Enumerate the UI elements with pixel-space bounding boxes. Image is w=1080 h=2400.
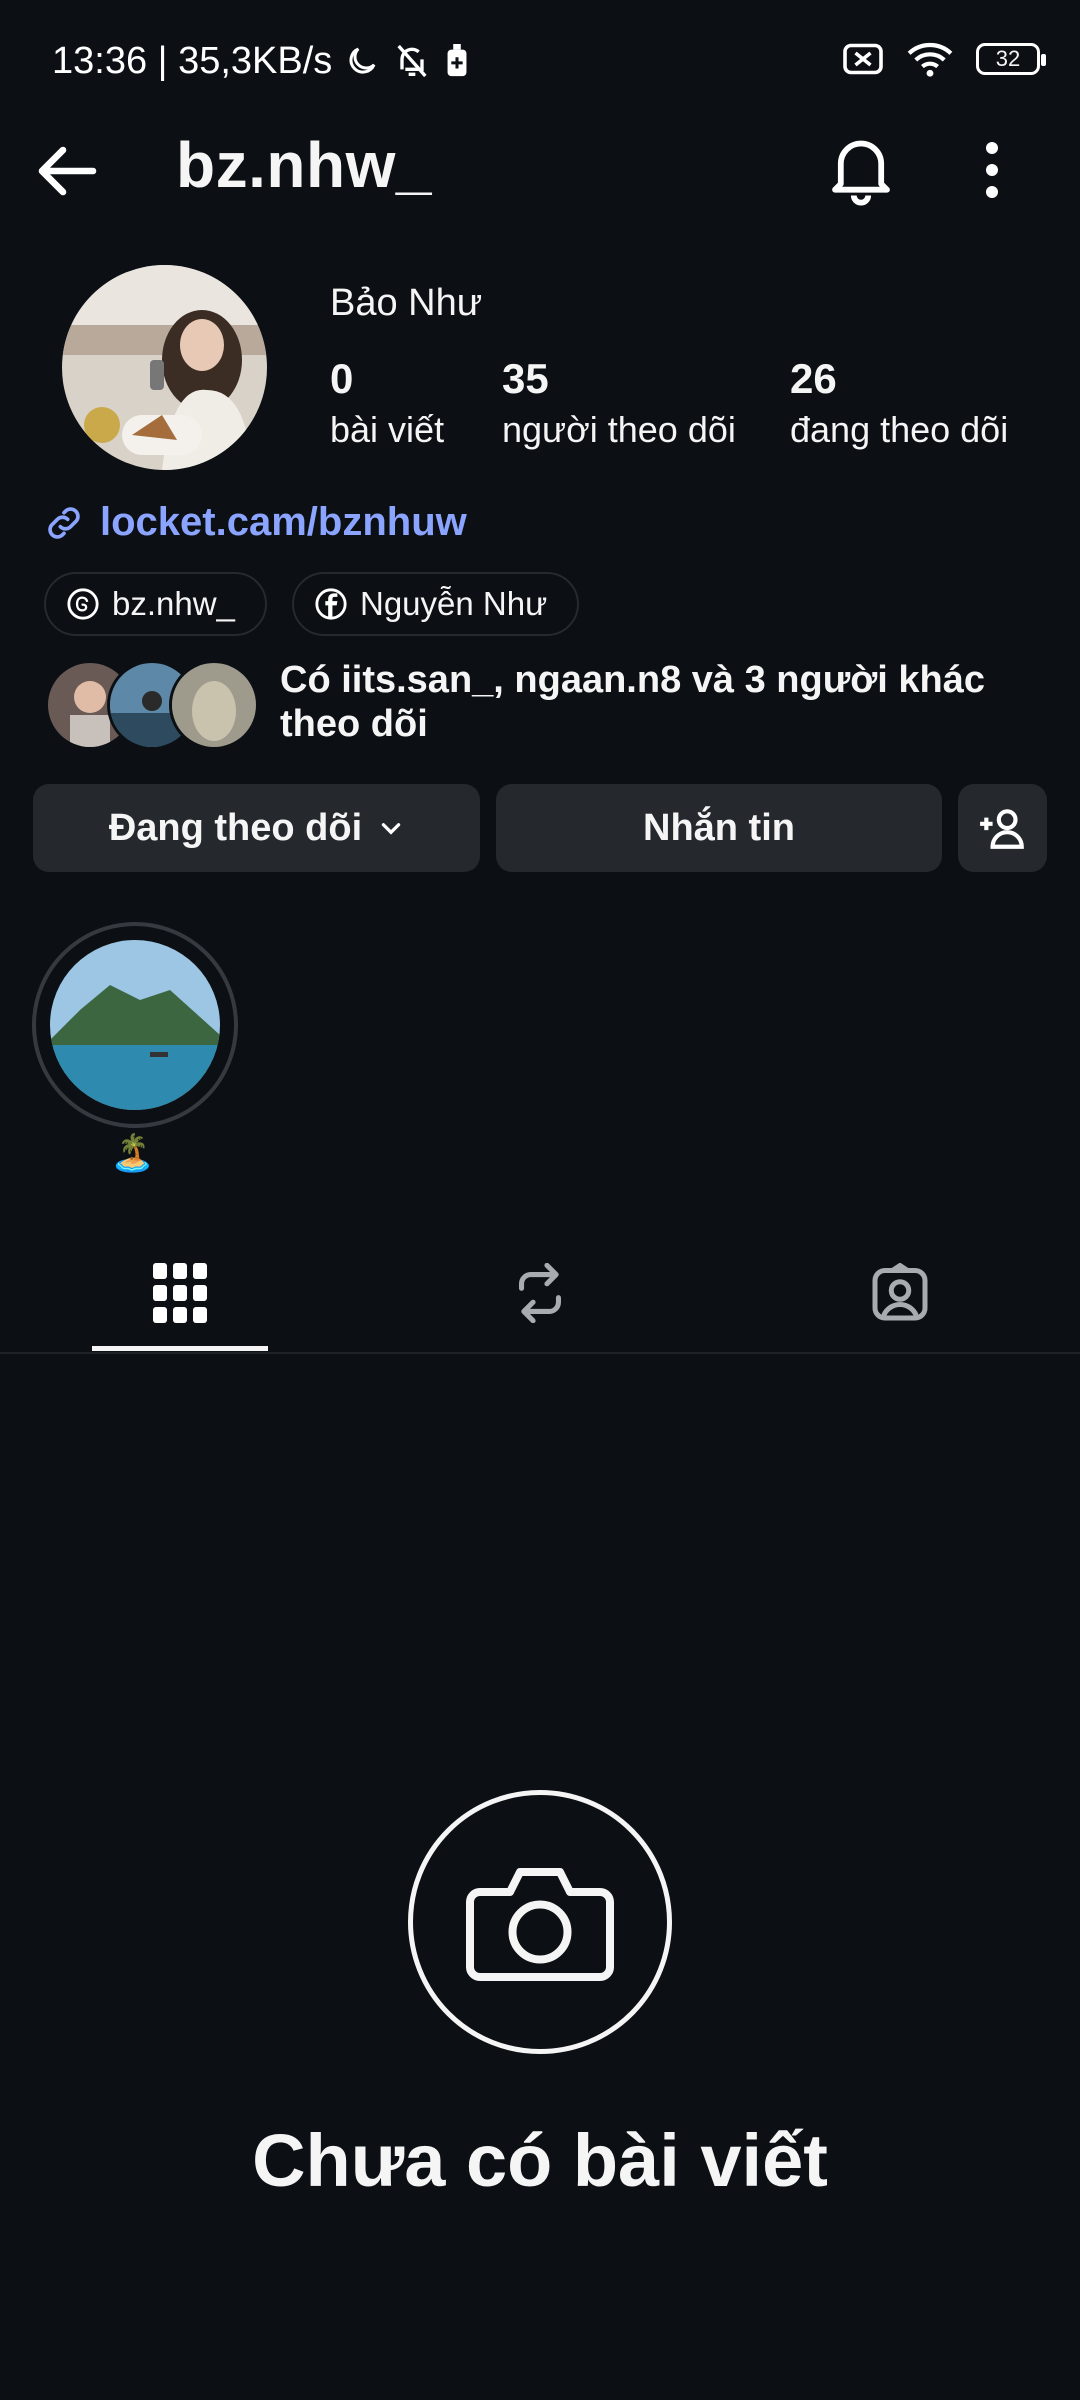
stat-followers[interactable]: 35 người theo dõi bbox=[502, 355, 736, 451]
chevron-down-icon bbox=[381, 823, 401, 835]
profile-link[interactable]: locket.cam/bznhuw bbox=[42, 500, 467, 545]
battery-icon: 32 bbox=[976, 43, 1046, 75]
notification-bell-icon[interactable] bbox=[826, 132, 896, 207]
suggest-user-button[interactable] bbox=[958, 784, 1047, 872]
display-name: Bảo Như bbox=[330, 282, 483, 324]
message-label: Nhắn tin bbox=[643, 806, 795, 849]
stat-following-label: đang theo dõi bbox=[790, 409, 1009, 450]
silent-bell-icon bbox=[397, 44, 427, 78]
active-tab-indicator bbox=[92, 1346, 268, 1351]
profile-username: bz.nhw_ bbox=[176, 129, 432, 201]
facebook-name: Nguyễn Như bbox=[360, 585, 548, 622]
story-highlight[interactable] bbox=[32, 922, 238, 1128]
no-sim-icon bbox=[843, 43, 883, 75]
stat-following[interactable]: 26 đang theo dõi bbox=[790, 355, 1008, 451]
stat-followers-label: người theo dõi bbox=[502, 409, 736, 450]
threads-handle: bz.nhw_ bbox=[112, 585, 235, 622]
camera-icon bbox=[466, 1868, 614, 1981]
threads-icon bbox=[67, 588, 99, 620]
highlight-cover-image bbox=[50, 940, 220, 1110]
stat-posts-label: bài viết bbox=[330, 409, 445, 450]
link-icon bbox=[48, 506, 80, 539]
more-options-icon[interactable] bbox=[975, 140, 1009, 200]
tabs-divider bbox=[0, 1352, 1080, 1354]
battery-saver-icon bbox=[447, 44, 467, 77]
reposts-icon bbox=[519, 1262, 561, 1323]
moon-icon bbox=[349, 47, 376, 74]
profile-avatar[interactable] bbox=[62, 265, 267, 470]
wifi-icon bbox=[907, 42, 953, 77]
mutual-avatar bbox=[169, 660, 259, 750]
stat-followers-value: 35 bbox=[502, 355, 549, 402]
profile-tabs bbox=[0, 1230, 1080, 1355]
stat-following-value: 26 bbox=[790, 355, 837, 402]
mutual-followers-text[interactable]: Có iits.san_, ngaan.n8 và 3 người khác t… bbox=[280, 658, 1040, 746]
battery-level: 32 bbox=[995, 46, 1021, 71]
empty-state-camera bbox=[408, 1790, 672, 2054]
status-icons: 32 bbox=[842, 40, 1046, 78]
empty-state-title: Chưa có bài viết bbox=[252, 2119, 828, 2202]
grid-icon bbox=[153, 1262, 207, 1323]
back-arrow-icon[interactable] bbox=[30, 135, 102, 207]
add-user-icon bbox=[979, 809, 1024, 849]
tab-tagged[interactable] bbox=[720, 1230, 1080, 1355]
following-button[interactable]: Đang theo dõi bbox=[33, 784, 480, 872]
facebook-badge[interactable]: Nguyễn Như bbox=[292, 572, 580, 636]
facebook-icon bbox=[315, 588, 347, 620]
message-button[interactable]: Nhắn tin bbox=[496, 784, 942, 872]
status-time-speed: 13:36 | 35,3KB/s bbox=[52, 39, 333, 82]
tab-reposts[interactable] bbox=[360, 1230, 720, 1355]
profile-link-text: locket.cam/bznhuw bbox=[100, 500, 467, 544]
stat-posts-value: 0 bbox=[330, 355, 354, 402]
status-bar: 13:36 | 35,3KB/s bbox=[52, 36, 470, 86]
tagged-icon bbox=[872, 1262, 928, 1320]
threads-badge[interactable]: bz.nhw_ bbox=[44, 572, 267, 636]
tab-posts-grid[interactable] bbox=[0, 1230, 360, 1355]
stat-posts[interactable]: 0 bài viết bbox=[330, 355, 444, 451]
mutual-avatars[interactable] bbox=[45, 660, 259, 750]
highlight-label: 🏝️ bbox=[110, 1132, 155, 1173]
following-label: Đang theo dõi bbox=[108, 806, 363, 849]
